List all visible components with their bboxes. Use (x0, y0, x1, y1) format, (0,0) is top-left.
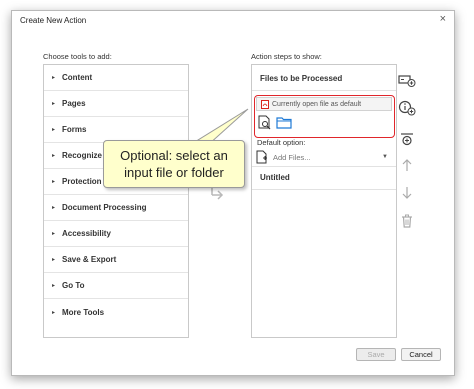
add-files-placeholder: Add Files... (273, 152, 311, 162)
add-to-steps-arrow-icon[interactable] (198, 186, 228, 206)
tool-group-label: Content (62, 73, 93, 82)
action-steps-panel: Files to be Processed Currently open fil… (251, 64, 397, 338)
chevron-right-icon: ▸ (52, 257, 56, 263)
add-step-icon[interactable] (398, 131, 416, 147)
divider (252, 189, 396, 190)
add-files-icon (256, 150, 267, 164)
tool-group-pages[interactable]: ▸ Pages (44, 91, 188, 117)
default-option-label: Default option: (257, 138, 306, 147)
tool-group-label: Save & Export (62, 255, 117, 264)
add-files-dropdown[interactable]: Add Files... ▼ (256, 149, 392, 165)
chevron-right-icon: ▸ (52, 283, 56, 289)
untitled-heading: Untitled (260, 173, 290, 182)
tool-group-more-tools[interactable]: ▸ More Tools (44, 299, 188, 325)
callout-line-2: input file or folder (124, 165, 224, 180)
close-icon[interactable]: × (440, 13, 446, 25)
callout-tooltip: Optional: select an input file or folder (103, 140, 245, 188)
tool-group-document-processing[interactable]: ▸ Document Processing (44, 195, 188, 221)
add-info-icon[interactable] (398, 100, 416, 116)
tool-group-label: Go To (62, 281, 85, 290)
callout-line-1: Optional: select an (120, 148, 228, 163)
save-button[interactable]: Save (356, 348, 396, 361)
steps-panel-label: Action steps to show: (251, 52, 322, 61)
tool-group-label: Protection (62, 177, 102, 186)
chevron-right-icon: ▸ (52, 153, 56, 159)
tools-panel-label: Choose tools to add: (43, 52, 112, 61)
tool-group-label: Recognize (62, 151, 103, 160)
files-to-process-heading: Files to be Processed (260, 74, 343, 83)
chevron-right-icon: ▸ (52, 75, 56, 81)
chevron-right-icon: ▸ (52, 101, 56, 107)
tool-group-save-export[interactable]: ▸ Save & Export (44, 247, 188, 273)
chevron-right-icon: ▸ (52, 309, 56, 316)
cancel-button[interactable]: Cancel (401, 348, 441, 361)
add-instruction-icon[interactable] (398, 72, 416, 88)
move-up-icon[interactable] (398, 157, 416, 173)
chevron-right-icon: ▸ (52, 205, 56, 211)
dialog-title: Create New Action (20, 16, 87, 25)
chevron-right-icon: ▸ (52, 127, 56, 133)
chevron-down-icon: ▼ (382, 154, 388, 160)
divider (252, 166, 396, 167)
tools-list: ▸ Content ▸ Pages ▸ Forms ▸ Recognize ▸ Prote… (43, 64, 189, 338)
tool-group-label: Document Processing (62, 203, 147, 212)
chevron-right-icon: ▸ (52, 231, 56, 237)
divider (252, 90, 396, 91)
highlight-frame (254, 95, 395, 138)
tool-group-label: Forms (62, 125, 87, 134)
tool-group-label: Pages (62, 99, 86, 108)
delete-icon[interactable] (398, 213, 416, 229)
tool-group-label: Accessibility (62, 229, 111, 238)
tool-group-label: More Tools (62, 307, 105, 317)
tool-group-accessibility[interactable]: ▸ Accessibility (44, 221, 188, 247)
tool-group-go-to[interactable]: ▸ Go To (44, 273, 188, 299)
tool-group-content[interactable]: ▸ Content (44, 65, 188, 91)
move-down-icon[interactable] (398, 185, 416, 201)
chevron-right-icon: ▸ (52, 179, 56, 185)
